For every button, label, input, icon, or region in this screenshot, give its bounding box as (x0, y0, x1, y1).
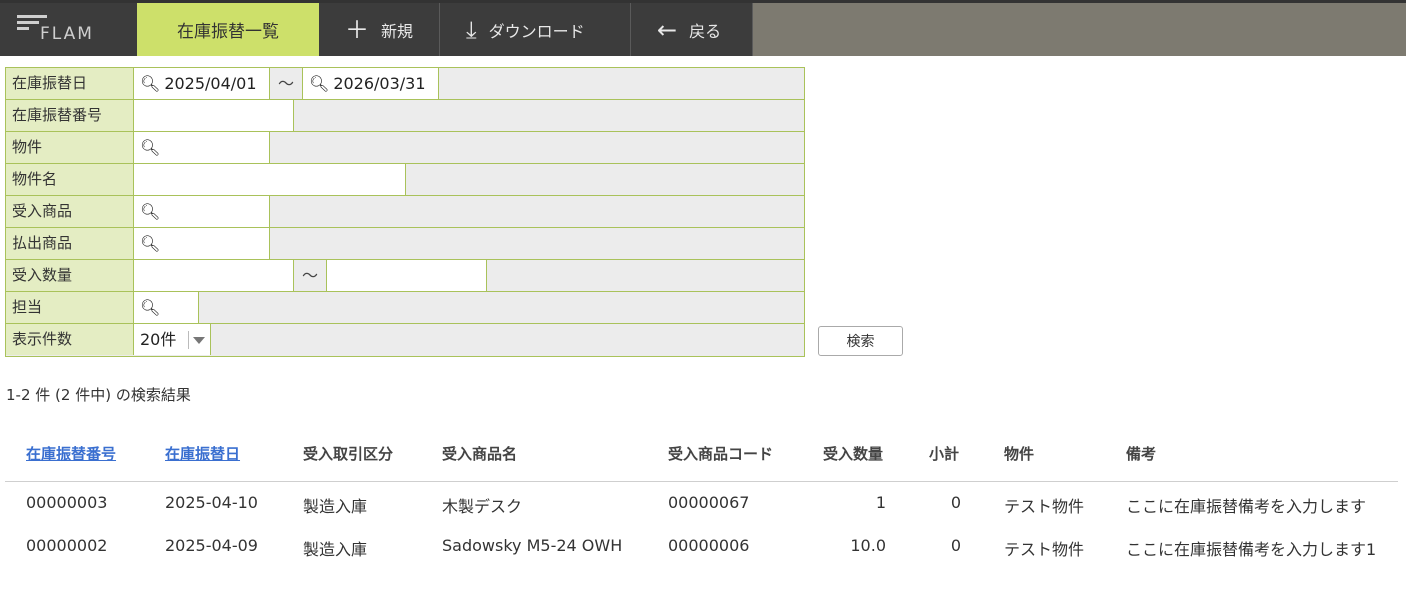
header-in-product-name: 受入商品名 (442, 445, 518, 463)
download-icon: ⤓ (466, 15, 477, 44)
header-number-sort-link[interactable]: 在庫振替番号 (26, 443, 116, 464)
cell-in-type: 製造入庫 (303, 540, 368, 559)
back-button-label: 戻る (689, 21, 722, 41)
in-qty-from-input[interactable] (134, 260, 294, 291)
new-button-label: 新規 (381, 21, 414, 41)
cell-number: 00000002 (26, 536, 108, 555)
cell-property: テスト物件 (1004, 540, 1085, 559)
search-icon: 🔍︎ (309, 74, 330, 93)
search-form: 在庫振替日 🔍︎ 2025/04/01 〜 🔍︎ 2026/03/31 在庫振替番号… (5, 67, 805, 357)
form-row-in-product: 受入商品 🔍︎ (6, 196, 804, 228)
download-button-label: ダウンロード (488, 21, 585, 41)
table-row[interactable]: 00000003 2025-04-10 製造入庫 木製デスク 00000067 … (5, 483, 1398, 526)
in-qty-label: 受入数量 (6, 260, 134, 291)
back-button[interactable]: ← 戻る (631, 3, 753, 56)
cell-property: テスト物件 (1004, 497, 1085, 516)
arrow-left-icon: ← (657, 15, 678, 44)
plus-icon: ＋ (345, 15, 369, 44)
result-summary: 1-2 件 (2 件中) の検索結果 (6, 386, 191, 404)
cell-in-product-code: 00000067 (668, 493, 750, 512)
date-from-field[interactable]: 🔍︎ 2025/04/01 (134, 68, 270, 99)
cell-subtotal: 0 (950, 536, 961, 555)
out-product-input[interactable]: 🔍︎ (134, 228, 270, 259)
top-bar: FLAM 在庫振替一覧 ＋ 新規 ⤓ ダウンロード ← 戻る (0, 0, 1406, 56)
qty-range-tilde: 〜 (294, 260, 327, 291)
chevron-down-icon (193, 337, 205, 344)
header-in-type: 受入取引区分 (303, 445, 394, 463)
search-icon: 🔍︎ (140, 234, 161, 253)
number-input[interactable] (134, 100, 294, 131)
header-remarks: 備考 (1126, 445, 1157, 463)
property-name-input[interactable] (134, 164, 406, 195)
form-row-date: 在庫振替日 🔍︎ 2025/04/01 〜 🔍︎ 2026/03/31 (6, 68, 804, 100)
header-subtotal: 小計 (929, 445, 960, 463)
range-tilde: 〜 (270, 68, 303, 99)
search-icon: 🔍︎ (140, 74, 161, 93)
date-label: 在庫振替日 (6, 68, 134, 99)
cell-in-type: 製造入庫 (303, 497, 368, 516)
search-icon: 🔍︎ (140, 202, 161, 221)
date-to-field[interactable]: 🔍︎ 2026/03/31 (303, 68, 439, 99)
cell-in-product-name: Sadowsky M5-24 OWH (442, 536, 623, 555)
page-size-label: 表示件数 (6, 324, 134, 355)
page-size-select[interactable]: 20件 (134, 324, 211, 355)
cell-in-qty: 1 (875, 493, 886, 512)
download-button[interactable]: ⤓ ダウンロード (440, 3, 631, 56)
staff-label: 担当 (6, 292, 134, 323)
app-logo[interactable]: FLAM (0, 3, 137, 56)
search-button[interactable]: 検索 (818, 326, 903, 356)
logo-text: FLAM (40, 24, 94, 44)
property-name-label: 物件名 (6, 164, 134, 195)
cell-date: 2025-04-10 (165, 493, 258, 512)
form-row-number: 在庫振替番号 (6, 100, 804, 132)
search-icon: 🔍︎ (140, 138, 161, 157)
in-product-label: 受入商品 (6, 196, 134, 227)
form-row-in-qty: 受入数量 〜 (6, 260, 804, 292)
form-row-out-product: 払出商品 🔍︎ (6, 228, 804, 260)
date-to-value: 2026/03/31 (333, 74, 426, 93)
header-property: 物件 (1004, 445, 1035, 463)
form-row-property-name: 物件名 (6, 164, 804, 196)
form-row-property: 物件 🔍︎ (6, 132, 804, 164)
cell-remarks: ここに在庫振替備考を入力します (1126, 497, 1367, 516)
form-row-page-size: 表示件数 20件 (6, 324, 804, 356)
tab-stock-transfer-list[interactable]: 在庫振替一覧 (137, 3, 319, 56)
cell-in-product-name: 木製デスク (442, 497, 523, 516)
cell-remarks: ここに在庫振替備考を入力します1 (1126, 540, 1377, 559)
cell-number: 00000003 (26, 493, 108, 512)
table-row[interactable]: 00000002 2025-04-09 製造入庫 Sadowsky M5-24 … (5, 526, 1398, 569)
cell-date: 2025-04-09 (165, 536, 258, 555)
new-button[interactable]: ＋ 新規 (319, 3, 440, 56)
header-in-qty: 受入数量 (823, 445, 884, 463)
cell-in-qty: 10.0 (850, 536, 886, 555)
date-from-value: 2025/04/01 (164, 74, 257, 93)
in-product-input[interactable]: 🔍︎ (134, 196, 270, 227)
header-date-sort-link[interactable]: 在庫振替日 (165, 443, 240, 464)
form-row-staff: 担当 🔍︎ (6, 292, 804, 324)
cell-subtotal: 0 (950, 493, 961, 512)
header-in-product-code: 受入商品コード (668, 445, 774, 463)
staff-input[interactable]: 🔍︎ (134, 292, 199, 323)
number-label: 在庫振替番号 (6, 100, 134, 131)
page-size-value: 20件 (140, 330, 177, 349)
search-icon: 🔍︎ (140, 298, 161, 317)
property-input[interactable]: 🔍︎ (134, 132, 270, 163)
cell-in-product-code: 00000006 (668, 536, 750, 555)
out-product-label: 払出商品 (6, 228, 134, 259)
in-qty-to-input[interactable] (327, 260, 487, 291)
table-header: 在庫振替番号 在庫振替日 受入取引区分 受入商品名 受入商品コード 受入数量 小… (5, 433, 1398, 482)
property-label: 物件 (6, 132, 134, 163)
